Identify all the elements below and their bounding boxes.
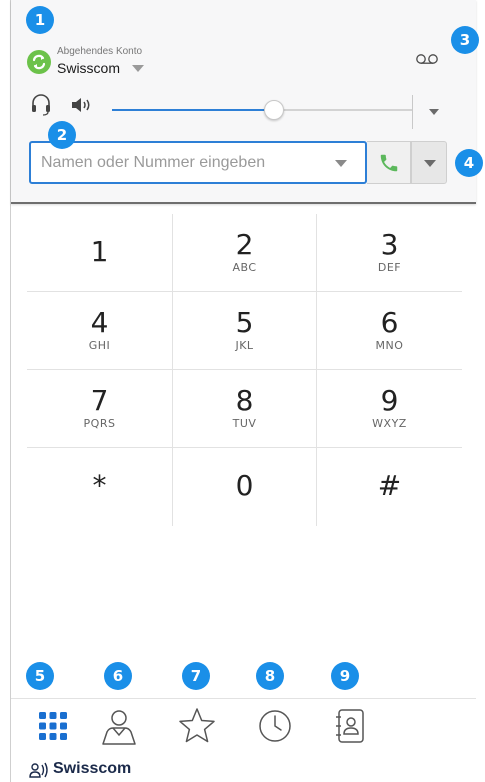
audio-device-dropdown-icon[interactable]	[429, 109, 439, 115]
keypad-key-letters: GHI	[88, 339, 111, 352]
outgoing-account-name: Swisscom	[57, 60, 121, 76]
volume-slider-handle[interactable]	[264, 100, 284, 120]
call-control-header: Abgehendes Konto Swisscom	[11, 0, 476, 204]
dial-input-container[interactable]	[29, 141, 367, 184]
keypad-key-letters: MNO	[375, 339, 404, 352]
keypad-key-digit: 0	[235, 469, 254, 502]
volume-slider[interactable]	[112, 100, 412, 120]
keypad-key[interactable]: 8 TUV	[172, 370, 317, 448]
address-book-icon	[336, 709, 364, 743]
keypad-key-digit: #	[377, 469, 402, 502]
keypad-key-digit: 2	[235, 228, 254, 261]
callout-badge-8: 8	[256, 662, 284, 690]
swisscom-account-icon	[27, 50, 51, 74]
keypad-key-digit: 1	[90, 235, 109, 268]
tab-history[interactable]	[253, 704, 297, 748]
speaker-volume-icon[interactable]	[70, 95, 96, 120]
keypad-key[interactable]: #	[317, 448, 462, 526]
keypad-key-digit: 6	[380, 306, 399, 339]
keypad-key[interactable]: *	[27, 448, 172, 526]
keypad-key-digit: 7	[90, 384, 109, 417]
keypad-key-digit: 5	[235, 306, 254, 339]
callout-badge-4: 4	[455, 149, 483, 177]
keypad-key-letters: WXYZ	[372, 417, 407, 430]
keypad-key-letters: TUV	[232, 417, 257, 430]
keypad-key-digit: *	[92, 469, 107, 502]
keypad-row: 4 GHI 5 JKL 6 MNO	[27, 292, 462, 370]
headset-icon[interactable]	[30, 92, 52, 121]
keypad-key-digit: 9	[380, 384, 399, 417]
dial-input[interactable]	[41, 152, 321, 174]
tab-contact[interactable]	[97, 704, 141, 748]
callout-badge-5: 5	[26, 662, 54, 690]
tab-favorites[interactable]	[175, 704, 219, 748]
person-icon	[102, 710, 136, 745]
callout-badge-7: 7	[182, 662, 210, 690]
keypad-key[interactable]: 7 PQRS	[27, 370, 172, 448]
clock-icon	[259, 710, 291, 742]
phone-app-window: Abgehendes Konto Swisscom Namen oder Num…	[10, 0, 476, 782]
outgoing-account-label: Abgehendes Konto	[57, 46, 143, 57]
voicemail-icon[interactable]	[416, 52, 438, 70]
brand-contacts-icon	[29, 762, 51, 782]
star-icon	[179, 708, 215, 743]
keypad-key[interactable]: 4 GHI	[27, 292, 172, 370]
chevron-down-icon	[424, 160, 436, 167]
keypad-row: 1 2 ABC 3 DEF	[27, 214, 462, 292]
tab-address-book[interactable]	[329, 704, 373, 748]
keypad-key[interactable]: 1	[27, 214, 172, 292]
callout-badge-2: 2	[48, 121, 76, 149]
keypad-key[interactable]: 6 MNO	[317, 292, 462, 370]
tab-bar-divider	[11, 698, 476, 699]
keypad-key[interactable]: 0	[172, 448, 317, 526]
call-button[interactable]	[367, 141, 411, 184]
callout-badge-9: 9	[331, 662, 359, 690]
brand-name: Swisscom	[53, 760, 132, 777]
callout-badge-6: 6	[104, 662, 132, 690]
chevron-down-icon[interactable]	[335, 160, 347, 167]
dial-keypad: 1 2 ABC 3 DEF 4 GHI 5 JKL 6 MNO 7 PQRS 8 TUV 9 WXYZ * 0 #	[27, 214, 462, 526]
keypad-key-digit: 4	[90, 306, 109, 339]
tab-keypad[interactable]	[31, 704, 75, 748]
keypad-icon	[39, 712, 67, 740]
keypad-key-letters: PQRS	[83, 417, 116, 430]
keypad-key-letters: DEF	[377, 261, 402, 274]
volume-slider-fill	[112, 109, 274, 111]
keypad-key[interactable]: 5 JKL	[172, 292, 317, 370]
call-options-button[interactable]	[411, 141, 447, 184]
callout-badge-3: 3	[451, 26, 479, 54]
divider	[412, 95, 413, 129]
keypad-key[interactable]: 3 DEF	[317, 214, 462, 292]
keypad-row: 7 PQRS 8 TUV 9 WXYZ	[27, 370, 462, 448]
keypad-key-letters: ABC	[232, 261, 257, 274]
keypad-key-letters: JKL	[235, 339, 254, 352]
keypad-key-digit: 8	[235, 384, 254, 417]
callout-badge-1: 1	[26, 6, 54, 34]
keypad-key[interactable]: 9 WXYZ	[317, 370, 462, 448]
phone-icon	[380, 154, 398, 172]
keypad-key-digit: 3	[380, 228, 399, 261]
chevron-down-icon[interactable]	[132, 65, 144, 72]
keypad-key[interactable]: 2 ABC	[172, 214, 317, 292]
keypad-row: * 0 #	[27, 448, 462, 526]
